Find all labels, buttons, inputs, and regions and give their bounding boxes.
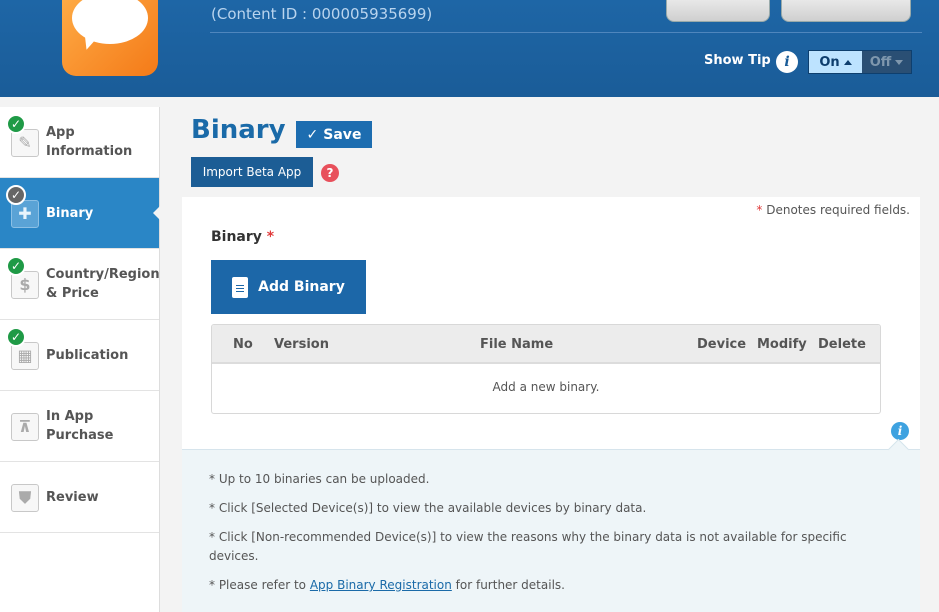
column-header-file-name: File Name [480,337,554,352]
required-note: * Denotes required fields. [756,203,910,217]
header-button-1[interactable] [666,0,770,22]
tips-info-icon[interactable]: i [891,422,909,440]
check-icon: ✓ [6,256,26,276]
column-header-delete: Delete [818,337,866,352]
add-binary-label: Add Binary [258,279,345,295]
sidebar-item-review[interactable]: ⛊ Review [0,462,159,533]
column-header-version: Version [274,337,329,352]
tip-link-prefix: * Please refer to [209,578,310,592]
column-header-no: No [233,337,253,352]
tip-link-line: * Please refer to App Binary Registratio… [209,576,869,595]
column-header-modify: Modify [757,337,807,352]
sidebar-item-binary[interactable]: ✚ ✓ Binary [0,178,160,249]
section-label-text: Binary [211,229,262,245]
toggle-on-label: On [819,54,840,70]
table-header: No Version File Name Device Modify Delet… [212,325,880,364]
required-star: * [756,203,763,217]
caret-up-icon [843,59,852,65]
show-tip-label: Show Tip [704,53,771,68]
check-icon: ✓ [6,114,26,134]
tip-link-suffix: for further details. [451,578,565,592]
header-divider [210,32,922,33]
check-icon: ✓ [6,327,26,347]
checkmark-icon: ✓ [306,126,319,143]
section-label: Binary * [211,229,274,245]
tip-text: * Click [Selected Device(s)] to view the… [209,501,647,515]
header-bar: (Content ID : 000005935699) Show Tip i O… [0,0,939,97]
sidebar-item-label: In App Purchase [46,409,114,443]
required-note-text: Denotes required fields. [766,203,910,217]
caret-down-icon [895,59,904,65]
sidebar-item-label: Review [46,489,99,505]
content-id: (Content ID : 000005935699) [211,5,433,23]
sidebar-item-in-app-purchase[interactable]: ⊼ In App Purchase [0,391,159,462]
tip-text: * Click [Non-recommended Device(s)] to v… [209,530,847,563]
sidebar-item-app-information[interactable]: ✎ ✓ App Information [0,107,159,178]
tip-text: * Up to 10 binaries can be uploaded. [209,472,430,486]
required-star: * [266,229,275,245]
binary-panel: * Denotes required fields. Binary * Add … [182,197,920,449]
toggle-off-label: Off [869,54,892,70]
sidebar-item-label: Country/Region & Price [46,267,160,301]
help-icon[interactable]: ? [321,164,339,182]
sidebar-item-label: App Information [46,125,133,159]
info-icon[interactable]: i [776,51,798,73]
tips-panel: * Up to 10 binaries can be uploaded. * C… [182,449,920,612]
sidebar-item-label: Publication [46,347,129,363]
sidebar-item-label: Binary [46,205,94,221]
column-header-device: Device [697,337,747,352]
page-title: Binary [191,115,286,145]
document-icon [232,276,249,298]
toggle-on-button[interactable]: On [809,51,862,73]
shield-icon: ⛊ [11,484,39,512]
show-tip-toggle[interactable]: On Off [808,50,912,74]
hierarchy-icon: ⊼ [11,413,39,441]
app-icon [62,0,158,76]
table-empty-row: Add a new binary. [492,380,600,394]
add-binary-button[interactable]: Add Binary [211,260,366,314]
toggle-off-button[interactable]: Off [862,51,911,73]
sidebar-item-country-region-price[interactable]: $ ✓ Country/Region & Price [0,249,160,320]
binary-table: No Version File Name Device Modify Delet… [211,324,881,414]
import-beta-app-button[interactable]: Import Beta App [191,157,313,187]
app-binary-registration-link[interactable]: App Binary Registration [310,578,452,592]
sidebar-item-publication[interactable]: ▦ ✓ Publication [0,320,159,391]
header-button-2[interactable] [781,0,911,22]
save-label: Save [323,126,362,143]
check-icon: ✓ [6,185,26,205]
save-button[interactable]: ✓ Save [296,121,372,148]
sidebar: ✎ ✓ App Information ✚ ✓ Binary $ ✓ Count… [0,107,160,612]
